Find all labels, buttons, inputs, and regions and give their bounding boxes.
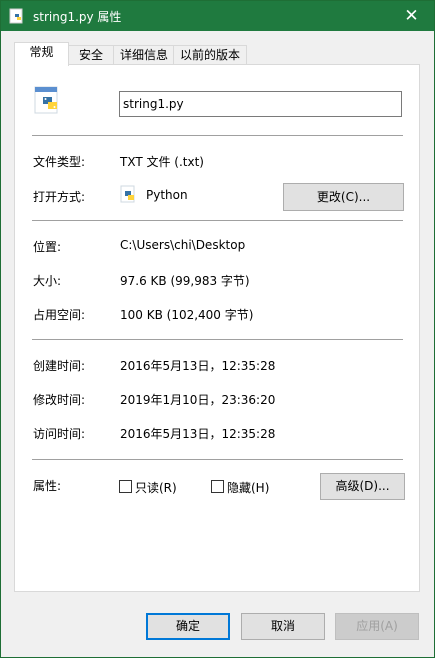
created-value: 2016年5月13日，12:35:28 bbox=[120, 359, 276, 373]
hidden-label[interactable]: 隐藏(H) bbox=[227, 479, 269, 496]
window-title: string1.py 属性 bbox=[33, 10, 122, 24]
size-on-disk-value: 100 KB (102,400 字节) bbox=[120, 308, 254, 322]
apply-button[interactable]: 应用(A) bbox=[335, 613, 419, 640]
tab-general[interactable]: 常规 bbox=[14, 42, 69, 66]
size-label: 大小: bbox=[33, 274, 62, 288]
size-on-disk-label: 占用空间: bbox=[33, 308, 86, 322]
title-bar[interactable]: string1.py 属性 ✕ bbox=[1, 1, 434, 31]
accessed-value: 2016年5月13日，12:35:28 bbox=[120, 427, 276, 441]
tab-security[interactable]: 安全 bbox=[67, 45, 115, 65]
file-type-label: 文件类型: bbox=[33, 155, 86, 169]
readonly-checkbox[interactable] bbox=[119, 480, 132, 493]
location-value: C:\Users\chi\Desktop bbox=[120, 238, 246, 252]
general-panel: string1.py 文件类型: TXT 文件 (.txt) 打开方式: Pyt… bbox=[14, 64, 420, 592]
divider bbox=[32, 459, 403, 460]
python-file-icon bbox=[9, 8, 23, 24]
accessed-label: 访问时间: bbox=[33, 427, 86, 441]
file-type-value: TXT 文件 (.txt) bbox=[120, 155, 204, 169]
filename-input[interactable]: string1.py bbox=[119, 91, 402, 117]
divider bbox=[32, 135, 403, 136]
open-with-value: Python bbox=[146, 188, 188, 202]
modified-label: 修改时间: bbox=[33, 393, 86, 407]
python-app-icon bbox=[120, 185, 135, 203]
close-button[interactable]: ✕ bbox=[389, 1, 434, 31]
open-with-label: 打开方式: bbox=[33, 190, 86, 204]
close-icon: ✕ bbox=[404, 6, 419, 26]
location-label: 位置: bbox=[33, 240, 62, 254]
ok-button[interactable]: 确定 bbox=[146, 613, 230, 640]
readonly-label[interactable]: 只读(R) bbox=[135, 479, 177, 496]
divider bbox=[32, 339, 403, 340]
advanced-button[interactable]: 高级(D)... bbox=[320, 473, 405, 500]
cancel-button[interactable]: 取消 bbox=[241, 613, 325, 640]
created-label: 创建时间: bbox=[33, 359, 86, 373]
tab-previous-versions[interactable]: 以前的版本 bbox=[173, 45, 247, 65]
attributes-label: 属性: bbox=[33, 479, 62, 493]
size-value: 97.6 KB (99,983 字节) bbox=[120, 274, 250, 288]
hidden-checkbox[interactable] bbox=[211, 480, 224, 493]
tab-details[interactable]: 详细信息 bbox=[113, 45, 175, 65]
python-file-large-icon bbox=[34, 86, 58, 114]
modified-value: 2019年1月10日，23:36:20 bbox=[120, 393, 276, 407]
properties-dialog: string1.py 属性 ✕ 常规 安全 详细信息 以前的版本 string1… bbox=[0, 0, 435, 658]
change-button[interactable]: 更改(C)... bbox=[283, 183, 404, 211]
divider bbox=[32, 220, 403, 221]
